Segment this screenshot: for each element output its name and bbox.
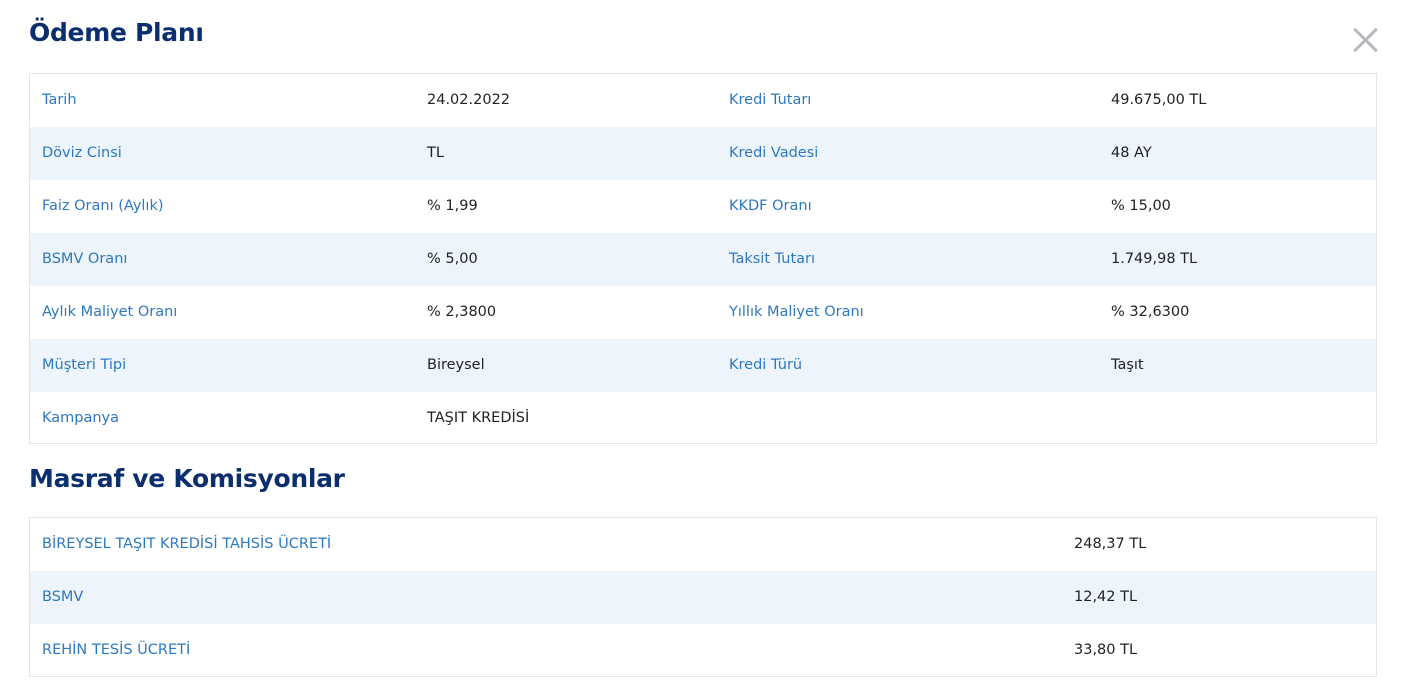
row-value-kkdf-rate: % 15,00 bbox=[1111, 198, 1171, 214]
row-value-loan-amount: 49.675,00 TL bbox=[1111, 92, 1207, 108]
row-value-installment: 1.749,98 TL bbox=[1111, 251, 1198, 267]
row-label-loan-amount: Kredi Tutarı bbox=[729, 92, 812, 108]
row-label-bsmv-rate: BSMV Oranı bbox=[42, 251, 128, 267]
row-value-customer-type: Bireysel bbox=[427, 357, 485, 373]
table-row: Kampanya TAŞIT KREDİSİ bbox=[30, 392, 1376, 445]
page-title: Ödeme Planı bbox=[29, 18, 204, 47]
row-label-loan-term: Kredi Vadesi bbox=[729, 145, 819, 161]
row-value-date: 24.02.2022 bbox=[427, 92, 511, 108]
fee-label-pledge: REHİN TESİS ÜCRETİ bbox=[42, 642, 191, 658]
row-value-monthly-cost: % 2,3800 bbox=[427, 304, 497, 320]
table-row: Tarih 24.02.2022 Kredi Tutarı 49.675,00 … bbox=[30, 74, 1376, 127]
table-row: BSMV Oranı % 5,00 Taksit Tutarı 1.749,98… bbox=[30, 233, 1376, 286]
payment-plan-table: Tarih 24.02.2022 Kredi Tutarı 49.675,00 … bbox=[29, 73, 1377, 444]
fee-label-bsmv: BSMV bbox=[42, 589, 84, 605]
row-label-monthly-cost: Aylık Maliyet Oranı bbox=[42, 304, 178, 320]
row-label-annual-cost: Yıllık Maliyet Oranı bbox=[729, 304, 864, 320]
fee-value-allocation: 248,37 TL bbox=[1074, 536, 1147, 552]
table-row: BSMV 12,42 TL bbox=[30, 571, 1376, 624]
table-row: REHİN TESİS ÜCRETİ 33,80 TL bbox=[30, 624, 1376, 677]
row-value-loan-type: Taşıt bbox=[1111, 357, 1144, 373]
row-value-loan-term: 48 AY bbox=[1111, 145, 1152, 161]
table-row: Döviz Cinsi TL Kredi Vadesi 48 AY bbox=[30, 127, 1376, 180]
table-row: Faiz Oranı (Aylık) % 1,99 KKDF Oranı % 1… bbox=[30, 180, 1376, 233]
row-label-kkdf-rate: KKDF Oranı bbox=[729, 198, 812, 214]
row-value-annual-cost: % 32,6300 bbox=[1111, 304, 1190, 320]
fees-title: Masraf ve Komisyonlar bbox=[29, 464, 345, 493]
row-value-bsmv-rate: % 5,00 bbox=[427, 251, 478, 267]
fee-value-bsmv: 12,42 TL bbox=[1074, 589, 1138, 605]
row-label-interest-rate: Faiz Oranı (Aylık) bbox=[42, 198, 164, 214]
row-label-campaign: Kampanya bbox=[42, 410, 120, 426]
table-row: BİREYSEL TAŞIT KREDİSİ TAHSİS ÜCRETİ 248… bbox=[30, 518, 1376, 571]
row-label-customer-type: Müşteri Tipi bbox=[42, 357, 127, 373]
row-value-currency: TL bbox=[427, 145, 444, 161]
row-value-interest-rate: % 1,99 bbox=[427, 198, 478, 214]
row-label-installment: Taksit Tutarı bbox=[729, 251, 816, 267]
row-label-date: Tarih bbox=[42, 92, 77, 108]
table-row: Aylık Maliyet Oranı % 2,3800 Yıllık Mali… bbox=[30, 286, 1376, 339]
row-value-campaign: TAŞIT KREDİSİ bbox=[427, 410, 530, 426]
table-row: Müşteri Tipi Bireysel Kredi Türü Taşıt bbox=[30, 339, 1376, 392]
close-icon[interactable] bbox=[1349, 24, 1381, 56]
row-label-currency: Döviz Cinsi bbox=[42, 145, 122, 161]
fees-table: BİREYSEL TAŞIT KREDİSİ TAHSİS ÜCRETİ 248… bbox=[29, 517, 1377, 677]
fee-label-allocation: BİREYSEL TAŞIT KREDİSİ TAHSİS ÜCRETİ bbox=[42, 536, 332, 552]
row-label-loan-type: Kredi Türü bbox=[729, 357, 803, 373]
fee-value-pledge: 33,80 TL bbox=[1074, 642, 1138, 658]
